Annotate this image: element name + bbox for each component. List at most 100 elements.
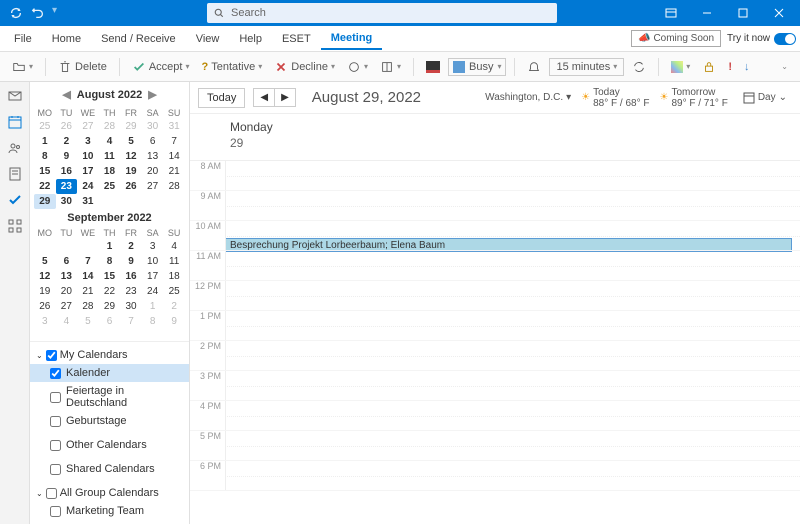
hour-cell[interactable] [225, 431, 800, 460]
hour-cell[interactable] [225, 161, 800, 190]
more-icon[interactable] [7, 218, 23, 234]
menu-view[interactable]: View [186, 29, 230, 49]
tasks-icon[interactable] [7, 192, 23, 208]
mini-cal-day[interactable]: 2 [120, 239, 142, 254]
mini-cal-day[interactable]: 27 [56, 299, 78, 314]
mini-cal-day[interactable]: 8 [142, 314, 164, 329]
mini-cal-day[interactable]: 27 [142, 179, 164, 194]
mini-calendar-september[interactable]: MOTUWETHFRSASU12345678910111213141516171… [30, 227, 189, 329]
mini-cal-day[interactable]: 4 [56, 314, 78, 329]
mini-cal-day[interactable]: 4 [99, 134, 121, 149]
mini-cal-day[interactable]: 23 [56, 179, 78, 194]
mini-cal-day[interactable]: 13 [56, 269, 78, 284]
mini-cal-day[interactable]: 5 [120, 134, 142, 149]
time-grid[interactable]: Besprechung Projekt Lorbeerbaum; Elena B… [190, 161, 800, 524]
mini-cal-day[interactable]: 26 [56, 119, 78, 134]
mini-cal-day[interactable]: 27 [77, 119, 99, 134]
mini-cal-day[interactable]: 25 [163, 284, 185, 299]
ribbon-mode-icon[interactable] [654, 0, 688, 26]
mini-cal-day[interactable]: 6 [56, 254, 78, 269]
mini-cal-day[interactable]: 10 [142, 254, 164, 269]
try-it-toggle[interactable]: Try it now [727, 33, 796, 45]
importance-low-button[interactable]: ↓ [740, 59, 754, 75]
mini-cal-day[interactable] [34, 239, 56, 254]
mini-cal-day[interactable]: 23 [120, 284, 142, 299]
mini-cal-day[interactable] [77, 239, 99, 254]
decline-button[interactable]: Decline▾ [270, 58, 339, 76]
next-day-button[interactable]: ▶ [275, 89, 295, 106]
other-calendars[interactable]: Other Calendars [30, 436, 189, 454]
shared-calendars[interactable]: Shared Calendars [30, 460, 189, 478]
mini-cal-day[interactable]: 11 [163, 254, 185, 269]
mini-cal-day[interactable]: 7 [163, 134, 185, 149]
mini-cal-day[interactable]: 18 [99, 164, 121, 179]
calendar-marketing[interactable]: Marketing Team [30, 502, 189, 520]
hour-cell[interactable] [225, 461, 800, 490]
next-month-button[interactable]: ▶ [148, 88, 156, 101]
all-group-calendars[interactable]: ⌄All Group Calendars [30, 484, 189, 502]
mini-cal-day[interactable]: 6 [142, 134, 164, 149]
recurrence-button[interactable] [628, 58, 650, 76]
menu-sendreceive[interactable]: Send / Receive [91, 29, 186, 49]
mini-cal-day[interactable]: 15 [99, 269, 121, 284]
mini-cal-day[interactable]: 30 [56, 194, 78, 209]
categorize-button[interactable]: ▾ [667, 59, 694, 75]
prev-month-button[interactable]: ◀ [62, 88, 70, 101]
calendar-icon[interactable] [7, 114, 23, 130]
hour-cell[interactable] [225, 221, 800, 250]
mini-cal-day[interactable]: 8 [34, 149, 56, 164]
undo-icon[interactable] [30, 5, 46, 21]
mini-cal-day[interactable]: 29 [99, 299, 121, 314]
mini-cal-day[interactable]: 9 [163, 314, 185, 329]
mini-cal-day[interactable]: 16 [56, 164, 78, 179]
mini-cal-day[interactable]: 13 [142, 149, 164, 164]
mini-cal-day[interactable]: 5 [77, 314, 99, 329]
mini-cal-day[interactable]: 21 [77, 284, 99, 299]
mini-cal-day[interactable]: 15 [34, 164, 56, 179]
close-button[interactable] [762, 0, 796, 26]
calendar-feiertage[interactable]: Feiertage in Deutschland [30, 382, 189, 412]
mini-cal-day[interactable]: 29 [34, 194, 56, 209]
mini-cal-day[interactable]: 24 [142, 284, 164, 299]
mini-cal-day[interactable]: 29 [120, 119, 142, 134]
importance-high-button[interactable]: ! [724, 59, 736, 75]
mini-cal-day[interactable]: 9 [56, 149, 78, 164]
mini-cal-day[interactable]: 10 [77, 149, 99, 164]
hour-cell[interactable] [225, 341, 800, 370]
mini-cal-day[interactable]: 31 [163, 119, 185, 134]
show-as-dropdown[interactable]: Busy▾ [448, 58, 506, 76]
mini-cal-day[interactable]: 5 [34, 254, 56, 269]
prev-day-button[interactable]: ◀ [254, 89, 275, 106]
view-dropdown[interactable]: Day⌄ [738, 89, 792, 107]
mini-cal-day[interactable]: 20 [142, 164, 164, 179]
hour-cell[interactable] [225, 191, 800, 220]
people-icon[interactable] [7, 140, 23, 156]
reminder-dropdown[interactable]: 15 minutes▾ [549, 58, 624, 76]
mini-cal-day[interactable]: 19 [120, 164, 142, 179]
private-button[interactable] [698, 58, 720, 76]
mini-cal-day[interactable]: 21 [163, 164, 185, 179]
coming-soon-button[interactable]: 📣Coming Soon [631, 30, 721, 47]
menu-eset[interactable]: ESET [272, 29, 321, 49]
mini-cal-day[interactable]: 31 [77, 194, 99, 209]
calendar-kalender[interactable]: Kalender [30, 364, 189, 382]
maximize-button[interactable] [726, 0, 760, 26]
mini-cal-day[interactable]: 8 [99, 254, 121, 269]
mini-cal-day[interactable] [120, 194, 142, 209]
mini-cal-day[interactable]: 28 [163, 179, 185, 194]
mini-cal-day[interactable]: 7 [120, 314, 142, 329]
mini-cal-day[interactable]: 16 [120, 269, 142, 284]
mini-cal-day[interactable]: 3 [77, 134, 99, 149]
mini-cal-day[interactable]: 14 [77, 269, 99, 284]
hour-cell[interactable] [225, 371, 800, 400]
mini-cal-day[interactable]: 2 [56, 134, 78, 149]
mini-cal-day[interactable] [142, 194, 164, 209]
mini-cal-day[interactable] [163, 194, 185, 209]
my-calendars-group[interactable]: ⌄My Calendars [30, 346, 189, 364]
menu-meeting[interactable]: Meeting [321, 28, 383, 50]
calendar-picker-button[interactable] [422, 59, 444, 75]
hour-cell[interactable] [225, 401, 800, 430]
mini-cal-day[interactable]: 2 [163, 299, 185, 314]
mini-cal-day[interactable]: 19 [34, 284, 56, 299]
menu-home[interactable]: Home [42, 29, 91, 49]
